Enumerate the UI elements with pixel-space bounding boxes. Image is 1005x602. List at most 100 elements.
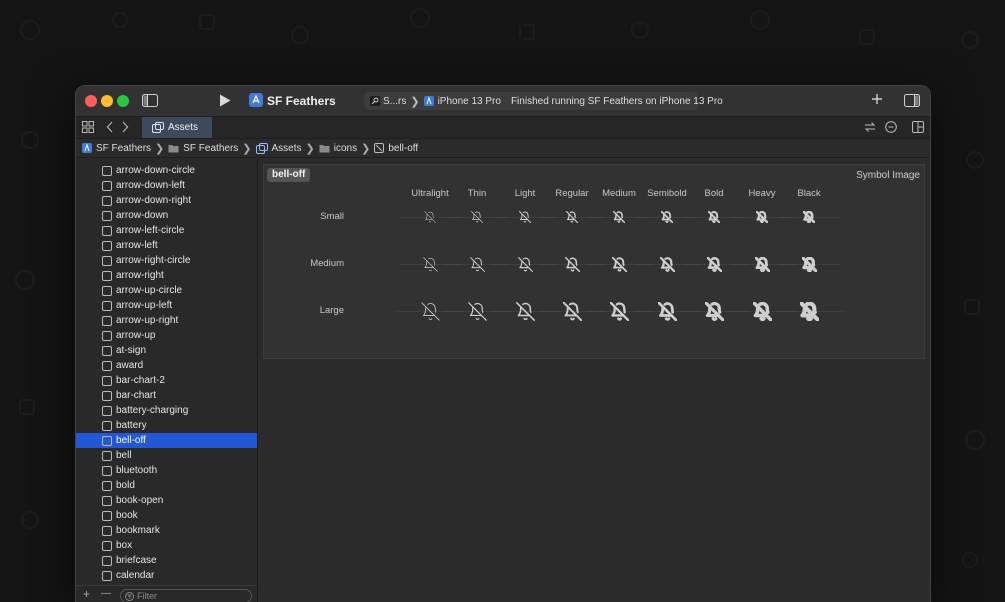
sidebar-item-bold[interactable]: bold bbox=[76, 478, 257, 493]
bell-off-icon[interactable] bbox=[635, 256, 699, 272]
sidebar-toggle-icon[interactable] bbox=[142, 94, 158, 107]
sidebar-item-arrow-down[interactable]: arrow-down bbox=[76, 208, 257, 223]
bell-off-icon[interactable] bbox=[589, 211, 649, 223]
sidebar-item-bar-chart[interactable]: bar-chart bbox=[76, 388, 257, 403]
symbol-icon bbox=[102, 270, 112, 281]
sidebar-item-arrow-up-circle[interactable]: arrow-up-circle bbox=[76, 283, 257, 298]
symbol-icon bbox=[102, 540, 112, 551]
bell-off-icon[interactable] bbox=[680, 301, 748, 321]
back-icon[interactable] bbox=[106, 121, 114, 133]
bell-off-icon[interactable] bbox=[585, 301, 653, 321]
minimize-window-button[interactable] bbox=[101, 95, 113, 107]
scheme-activity-bar[interactable]: S...rs ❯ iPhone 13 Pro Finished running … bbox=[364, 92, 723, 110]
sidebar-item-label: bell bbox=[116, 450, 132, 461]
sidebar-item-bookmark[interactable]: bookmark bbox=[76, 523, 257, 538]
add-asset-button[interactable]: + bbox=[83, 587, 90, 601]
inspector-toggle-icon[interactable] bbox=[904, 94, 920, 107]
filter-field[interactable]: Filter bbox=[120, 589, 252, 602]
sidebar-item-bluetooth[interactable]: bluetooth bbox=[76, 463, 257, 478]
bell-off-icon[interactable] bbox=[538, 301, 606, 321]
breadcrumb-group[interactable]: SF Feathers bbox=[168, 143, 238, 154]
bell-off-icon[interactable] bbox=[637, 211, 697, 223]
breadcrumb-label: icons bbox=[333, 142, 358, 154]
bell-off-icon[interactable] bbox=[730, 256, 794, 272]
bell-off-icon[interactable] bbox=[732, 211, 792, 223]
breadcrumb-project[interactable]: SF Feathers bbox=[82, 143, 151, 154]
add-icon[interactable] bbox=[871, 93, 883, 105]
sidebar-item-calendar[interactable]: calendar bbox=[76, 568, 257, 583]
bell-off-icon[interactable] bbox=[728, 301, 796, 321]
sidebar-item-label: book-open bbox=[116, 495, 164, 506]
sidebar-item-briefcase[interactable]: briefcase bbox=[76, 553, 257, 568]
symbol-icon bbox=[102, 360, 112, 371]
symbol-icon bbox=[102, 300, 112, 311]
sidebar-item-arrow-down-right[interactable]: arrow-down-right bbox=[76, 193, 257, 208]
breadcrumb-label: SF Feathers bbox=[183, 142, 239, 154]
asset-editor: bell-off Symbol Image Ultralight Thin Ligh… bbox=[258, 159, 930, 602]
bell-off-icon[interactable] bbox=[447, 211, 507, 223]
breadcrumb-icons-folder[interactable]: icons bbox=[319, 143, 357, 154]
sidebar-item-arrow-up-right[interactable]: arrow-up-right bbox=[76, 313, 257, 328]
bell-off-icon[interactable] bbox=[684, 211, 744, 223]
sidebar-item-bell[interactable]: bell bbox=[76, 448, 257, 463]
more-options-icon[interactable] bbox=[885, 121, 897, 133]
sidebar-item-arrow-left[interactable]: arrow-left bbox=[76, 238, 257, 253]
sidebar-item-label: arrow-up-left bbox=[116, 300, 173, 311]
breadcrumb-asset[interactable]: bell-off bbox=[374, 143, 418, 154]
sidebar-item-bell-off[interactable]: bell-off bbox=[76, 433, 257, 448]
symbol-icon bbox=[102, 375, 112, 386]
sidebar-item-book-open[interactable]: book-open bbox=[76, 493, 257, 508]
sidebar-item-arrow-right-circle[interactable]: arrow-right-circle bbox=[76, 253, 257, 268]
bell-off-icon[interactable] bbox=[445, 256, 509, 272]
sidebar-item-label: bluetooth bbox=[116, 465, 158, 476]
tab-bar: Assets bbox=[76, 117, 930, 139]
sidebar-item-arrow-down-left[interactable]: arrow-down-left bbox=[76, 178, 257, 193]
run-button[interactable] bbox=[219, 94, 231, 107]
bell-off-icon[interactable] bbox=[398, 256, 462, 272]
sidebar-item-label: arrow-up bbox=[116, 330, 156, 341]
sidebar-item-arrow-up[interactable]: arrow-up bbox=[76, 328, 257, 343]
forward-icon[interactable] bbox=[121, 121, 129, 133]
bell-off-icon[interactable] bbox=[587, 256, 651, 272]
bell-off-icon[interactable] bbox=[682, 256, 746, 272]
symbol-icon bbox=[102, 165, 112, 176]
asset-list[interactable]: arrow-down-circle arrow-down-left arrow-do… bbox=[76, 163, 257, 583]
bell-off-icon[interactable] bbox=[779, 211, 839, 223]
sidebar-item-book[interactable]: book bbox=[76, 508, 257, 523]
bell-off-icon[interactable] bbox=[400, 211, 460, 223]
bell-off-icon[interactable] bbox=[396, 301, 464, 321]
tab-assets[interactable]: Assets bbox=[142, 117, 212, 138]
scheme-selector[interactable]: S...rs bbox=[383, 96, 406, 107]
bell-off-icon[interactable] bbox=[493, 256, 557, 272]
remove-asset-button[interactable]: — bbox=[101, 588, 111, 599]
sidebar-item-battery-charging[interactable]: battery-charging bbox=[76, 403, 257, 418]
zoom-window-button[interactable] bbox=[117, 95, 129, 107]
bell-off-icon[interactable] bbox=[491, 301, 559, 321]
bell-off-icon[interactable] bbox=[775, 301, 843, 321]
bell-off-icon[interactable] bbox=[443, 301, 511, 321]
sidebar-item-award[interactable]: award bbox=[76, 358, 257, 373]
sidebar-item-arrow-left-circle[interactable]: arrow-left-circle bbox=[76, 223, 257, 238]
bell-off-icon[interactable] bbox=[542, 211, 602, 223]
sidebar-item-at-sign[interactable]: at-sign bbox=[76, 343, 257, 358]
sidebar-item-arrow-down-circle[interactable]: arrow-down-circle bbox=[76, 163, 257, 178]
sidebar-item-battery[interactable]: battery bbox=[76, 418, 257, 433]
bell-off-icon[interactable] bbox=[777, 256, 841, 272]
sidebar-item-arrow-up-left[interactable]: arrow-up-left bbox=[76, 298, 257, 313]
bell-off-icon[interactable] bbox=[633, 301, 701, 321]
sidebar-item-box[interactable]: box bbox=[76, 538, 257, 553]
filter-icon bbox=[125, 591, 134, 601]
sidebar-item-arrow-right[interactable]: arrow-right bbox=[76, 268, 257, 283]
sidebar-item-bar-chart-2[interactable]: bar-chart-2 bbox=[76, 373, 257, 388]
bell-off-icon[interactable] bbox=[540, 256, 604, 272]
bell-off-icon[interactable] bbox=[495, 211, 555, 223]
sidebar-item-label: arrow-down-left bbox=[116, 180, 185, 191]
device-selector[interactable]: iPhone 13 Pro bbox=[438, 96, 501, 107]
sidebar-item-label: arrow-left-circle bbox=[116, 225, 185, 236]
grid-icon[interactable] bbox=[82, 121, 94, 133]
breadcrumb-label: bell-off bbox=[388, 142, 419, 154]
breadcrumb-assets[interactable]: Assets bbox=[255, 142, 302, 154]
split-editor-icon[interactable] bbox=[912, 121, 924, 133]
close-window-button[interactable] bbox=[85, 95, 97, 107]
swap-icon[interactable] bbox=[864, 121, 876, 133]
